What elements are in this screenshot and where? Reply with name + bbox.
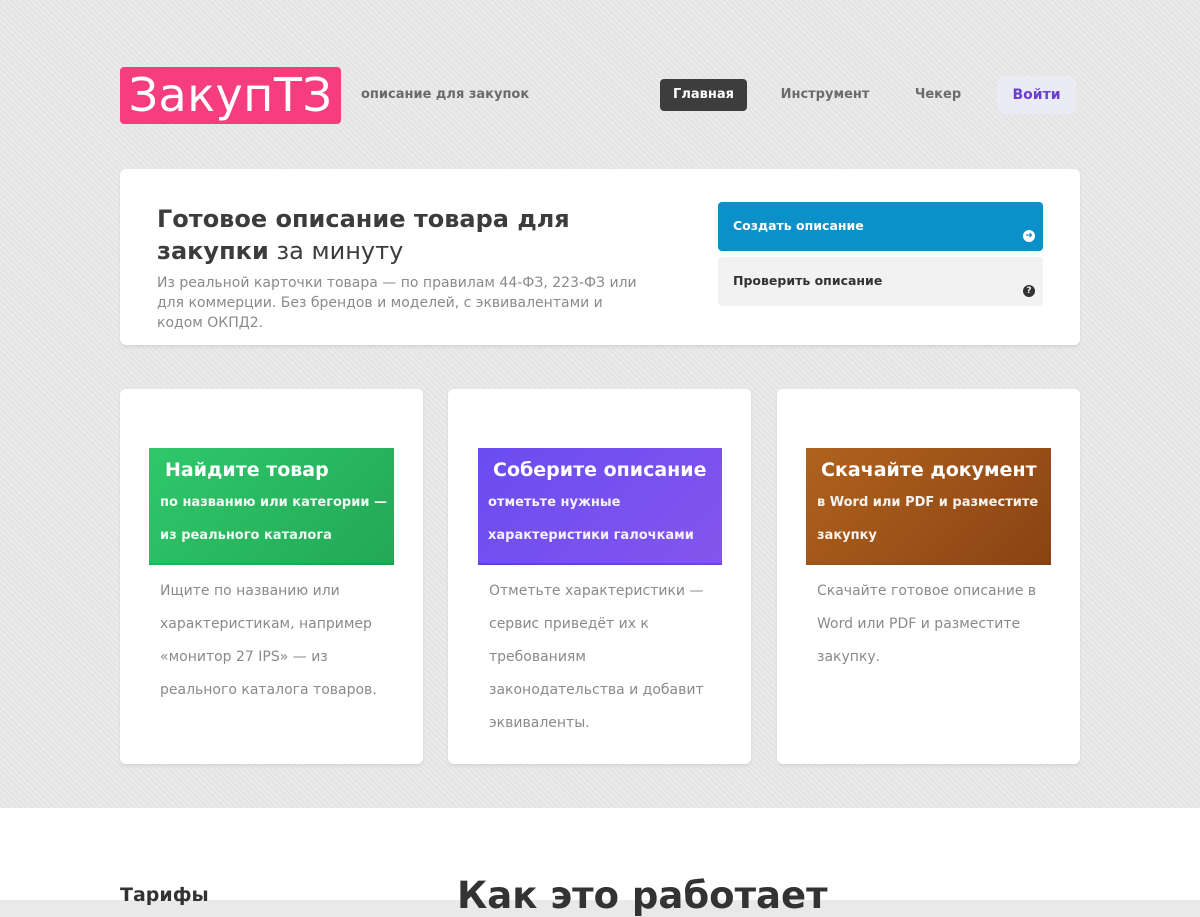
tariffs-heading: Тарифы <box>120 884 209 906</box>
arrow-right-circle-icon: ➜ <box>1023 230 1035 242</box>
hero-description: Из реальной карточки товара — по правила… <box>157 275 637 331</box>
nav-home[interactable]: Главная <box>660 79 747 111</box>
how-it-works-heading: Как это работает <box>457 874 828 917</box>
step-text: Ищите по названию или характеристикам, н… <box>160 583 377 698</box>
step-card-download: Скачайте документ в Word или PDF и разме… <box>777 389 1080 764</box>
login-button[interactable]: Войти <box>997 76 1076 114</box>
hero-panel: Готовое описание товара для закупки за м… <box>120 169 1080 345</box>
question-circle-icon: ? <box>1023 285 1035 297</box>
hero-title: Готовое описание товара для закупки за м… <box>157 203 637 267</box>
step-title: Соберите описание <box>493 459 707 481</box>
check-description-button[interactable]: Проверить описание ? <box>718 257 1043 306</box>
step-badge: Найдите товар по названию или категории … <box>149 448 394 565</box>
step-title: Найдите товар <box>165 459 329 481</box>
step-badge: Скачайте документ в Word или PDF и разме… <box>806 448 1051 565</box>
step-card-build: Соберите описание отметьте нужные характ… <box>448 389 751 764</box>
check-description-label: Проверить описание <box>733 273 883 288</box>
step-card-find: Найдите товар по названию или категории … <box>120 389 423 764</box>
create-description-label: Создать описание <box>733 218 864 233</box>
step-text: Отметьте характеристики — сервис приведё… <box>489 583 704 731</box>
nav-checker[interactable]: Чекер <box>903 79 973 111</box>
nav-tool[interactable]: Инструмент <box>768 79 882 111</box>
tagline: описание для закупок <box>361 87 530 102</box>
step-title: Скачайте документ <box>821 459 1037 481</box>
step-subtitle: в Word или PDF и разместите закупку <box>817 495 1039 543</box>
step-text: Скачайте готовое описание в Word или PDF… <box>817 583 1037 665</box>
step-badge: Соберите описание отметьте нужные характ… <box>478 448 722 565</box>
create-description-button[interactable]: Создать описание ➜ <box>718 202 1043 251</box>
step-subtitle: отметьте нужные характеристики галочками <box>488 495 694 543</box>
step-subtitle: по названию или категории — из реального… <box>160 495 387 543</box>
logo[interactable]: ЗакупТЗ <box>120 67 341 124</box>
hero-title-rest: за минуту <box>268 237 404 265</box>
